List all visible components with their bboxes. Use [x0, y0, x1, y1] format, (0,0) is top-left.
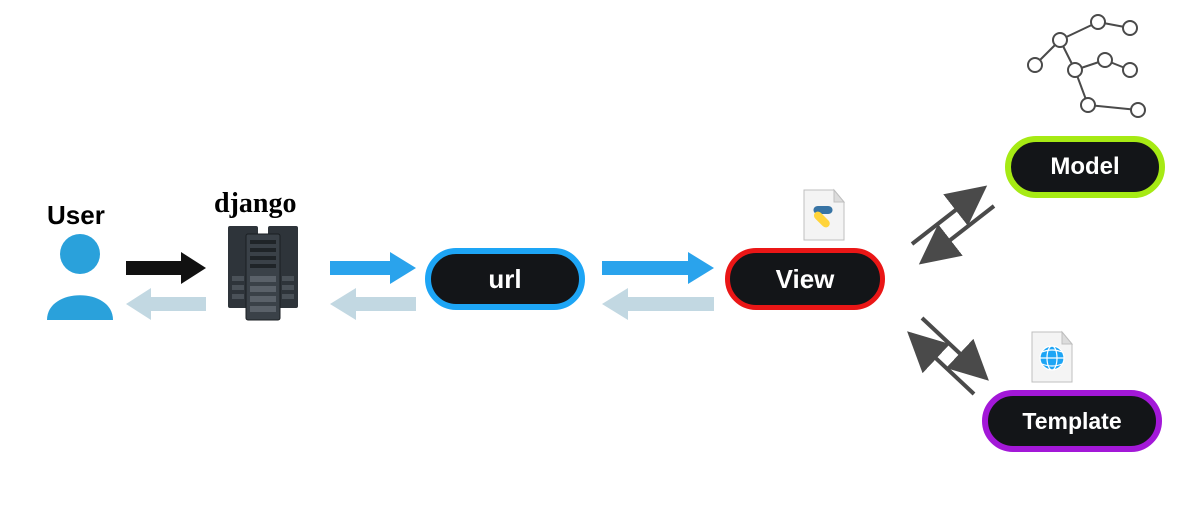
- model-node-label: Model: [1050, 153, 1119, 181]
- graph-icon: [1020, 10, 1150, 130]
- python-file-icon: [800, 188, 848, 244]
- globe-file-icon: [1028, 330, 1076, 386]
- arrows-view-model: [898, 170, 1008, 280]
- template-node: Template: [982, 390, 1162, 452]
- user-icon: [45, 232, 115, 320]
- arrow-django-to-url: [328, 252, 418, 288]
- arrow-view-to-url: [600, 288, 716, 324]
- view-node: View: [725, 248, 885, 310]
- arrow-url-to-django: [328, 288, 418, 324]
- server-icon: [208, 218, 318, 328]
- user-label: User: [47, 200, 105, 231]
- django-label: django: [214, 188, 296, 220]
- arrows-view-template: [898, 300, 1008, 410]
- architecture-diagram: User django: [0, 0, 1195, 520]
- template-node-label: Template: [1022, 408, 1121, 435]
- arrow-django-to-user: [124, 288, 208, 324]
- url-node: url: [425, 248, 585, 310]
- model-node: Model: [1005, 136, 1165, 198]
- arrow-url-to-view: [600, 252, 716, 288]
- url-node-label: url: [488, 264, 521, 295]
- view-node-label: View: [776, 264, 835, 295]
